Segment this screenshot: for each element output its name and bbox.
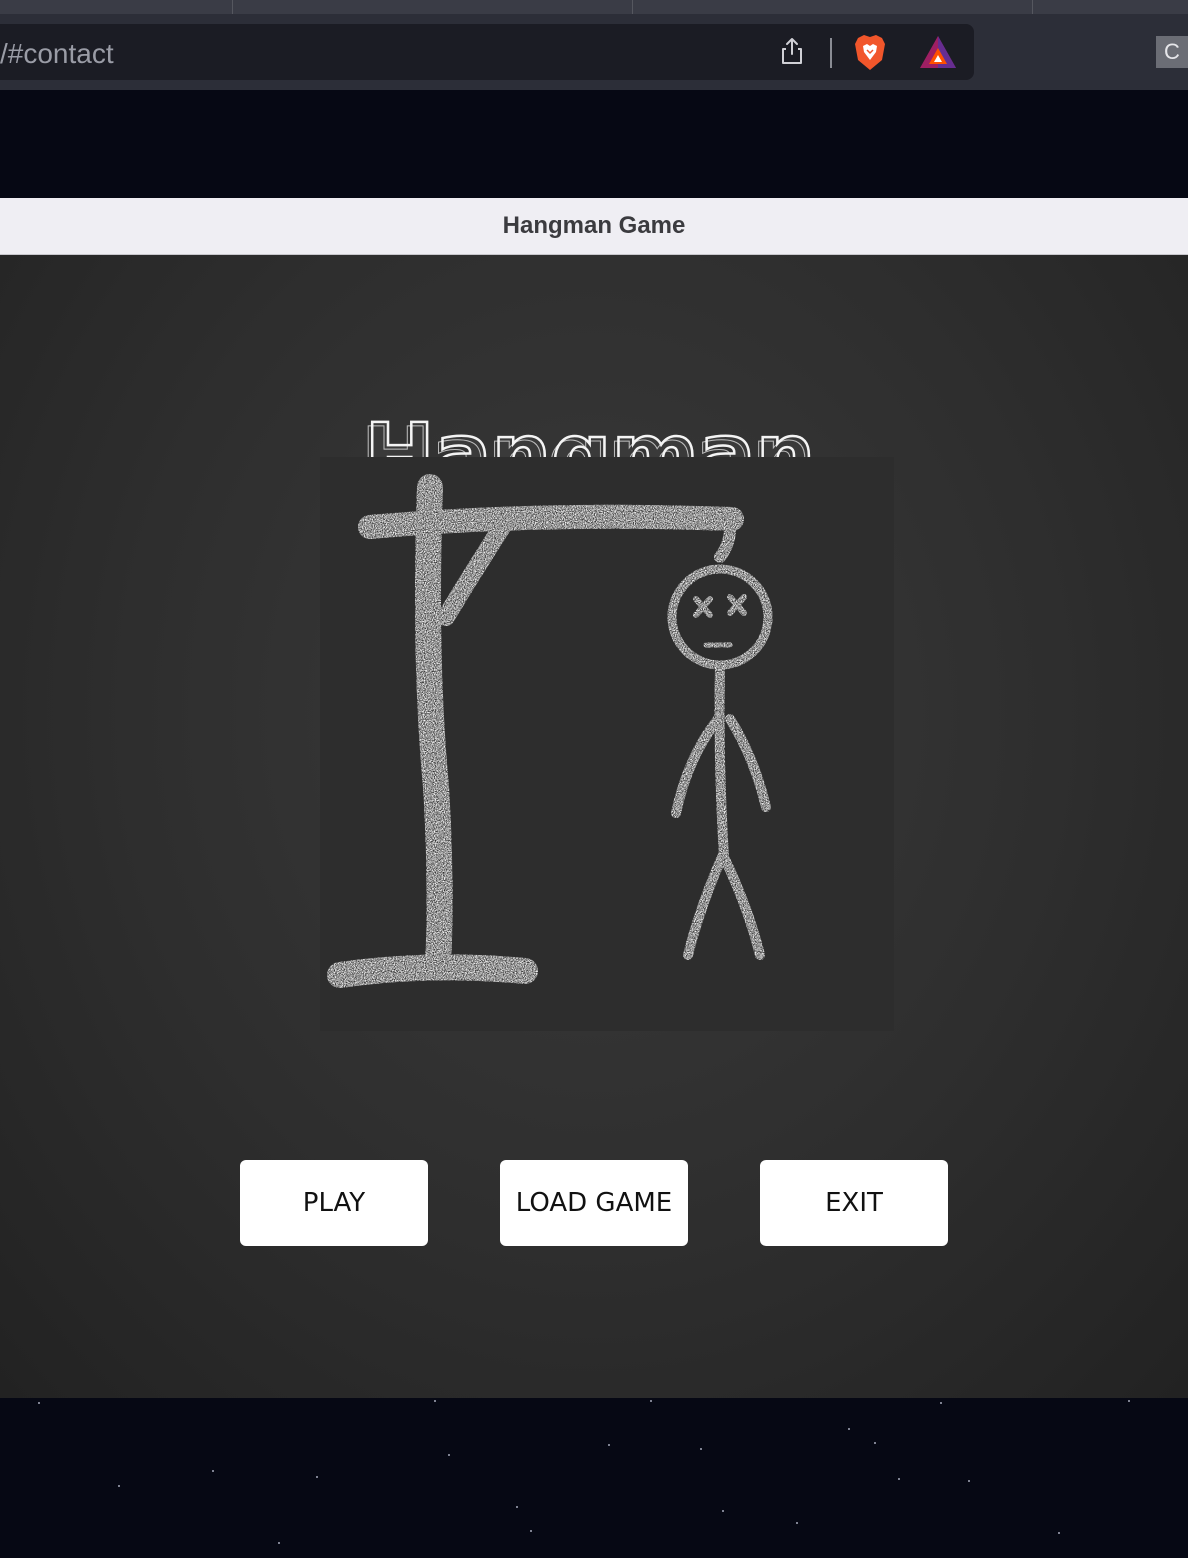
gallows-post (415, 474, 453, 978)
star (796, 1522, 798, 1524)
extension-icon[interactable]: C (1156, 36, 1188, 68)
hangman-arm-left (671, 714, 723, 818)
star (516, 1506, 518, 1508)
star (118, 1485, 120, 1487)
star (1058, 1532, 1060, 1534)
window-title-bar[interactable]: Hangman Game (0, 198, 1188, 255)
star (722, 1510, 724, 1512)
hangman-leg-left (683, 852, 727, 960)
browser-toolbar: /#contact C (0, 0, 1188, 90)
tab-separator (632, 0, 633, 14)
star (874, 1442, 876, 1444)
gallows-beam (358, 504, 744, 539)
eye-right (727, 594, 747, 616)
chalkboard-background: Hangman Hangman PLAY LOAD GAME EXIT (0, 255, 1188, 1398)
hangman-arm-right (725, 714, 771, 812)
star (212, 1470, 214, 1472)
hangman-body (714, 662, 729, 862)
address-bar-divider (830, 38, 832, 68)
exit-button[interactable]: EXIT (760, 1160, 948, 1246)
eye-left (693, 596, 713, 618)
hangman-head (667, 564, 773, 670)
window-title: Hangman Game (502, 212, 686, 239)
gallows-brace (437, 518, 511, 626)
star (848, 1428, 850, 1430)
star (278, 1542, 280, 1544)
brave-shields-icon[interactable] (852, 34, 888, 72)
star (1128, 1400, 1130, 1402)
play-button[interactable]: PLAY (240, 1160, 428, 1246)
tab-separator (1032, 0, 1033, 14)
address-bar[interactable]: /#contact (0, 24, 974, 80)
tab-separator (232, 0, 233, 14)
hangman-leg-right (719, 852, 765, 960)
star (898, 1478, 900, 1480)
load-game-button[interactable]: LOAD GAME (500, 1160, 688, 1246)
share-icon[interactable] (778, 36, 806, 66)
game-window: Hangman Game Hangman Hangman PLAY LOAD G… (0, 198, 1188, 1398)
star (650, 1400, 652, 1402)
star (316, 1476, 318, 1478)
tab-strip (0, 0, 1188, 14)
star (940, 1402, 942, 1404)
star (700, 1448, 702, 1450)
brave-rewards-icon[interactable] (918, 34, 958, 70)
url-text[interactable]: /#contact (0, 38, 114, 70)
star (434, 1400, 436, 1402)
star (608, 1444, 610, 1446)
hangman-drawing (320, 457, 894, 1031)
star (530, 1530, 532, 1532)
star (448, 1454, 450, 1456)
star (38, 1402, 40, 1404)
star (968, 1480, 970, 1482)
